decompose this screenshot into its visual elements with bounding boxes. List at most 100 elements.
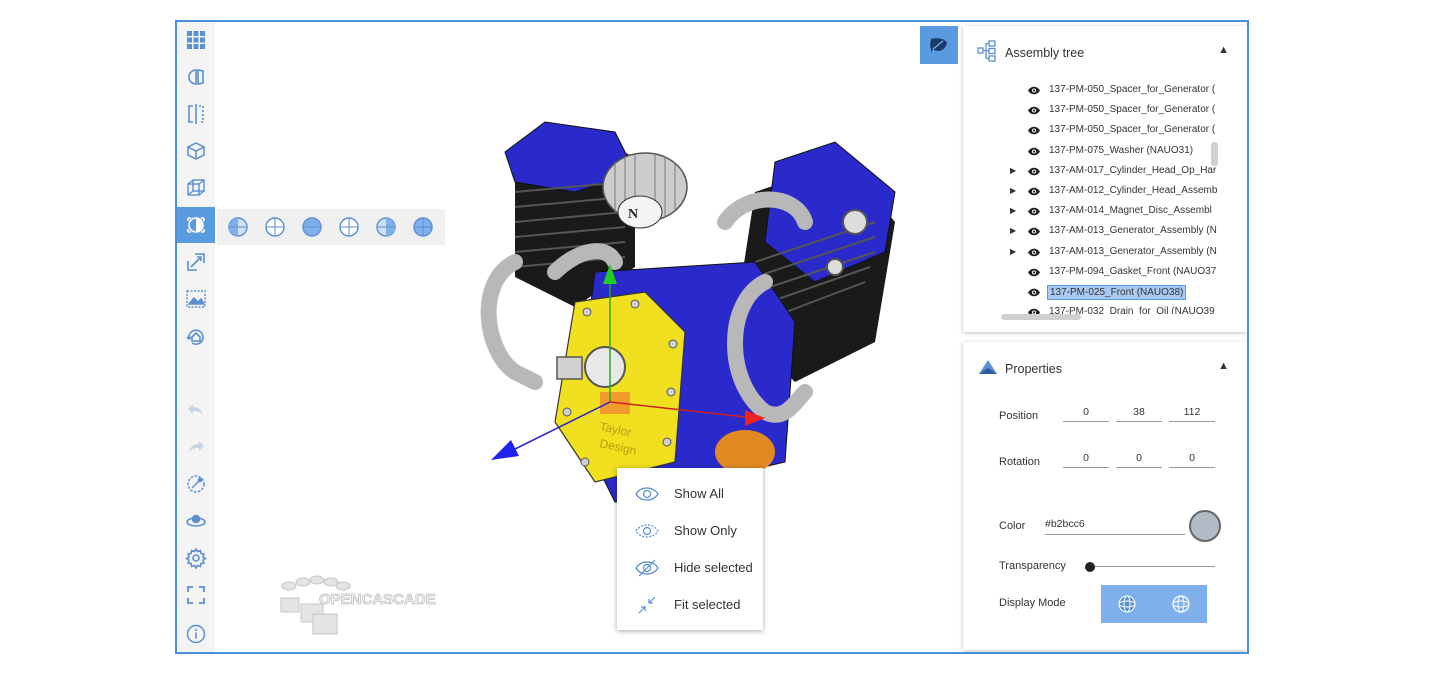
tree-item-label: 137-PM-075_Washer (NAUO31) [1049,144,1194,156]
rotation-x-field[interactable]: 0 [1063,452,1109,468]
tree-item[interactable]: 137-PM-032_Drain_for_Oil (NAUO39 [963,302,1223,315]
tree-item-label: 137-PM-050_Spacer_for_Generator ( [1049,104,1216,116]
eye-icon [635,486,659,501]
measure-icon[interactable] [177,466,215,502]
tree-item[interactable]: 137-PM-050_Spacer_for_Generator ( [963,80,1223,100]
box-wireframe-icon[interactable] [177,170,215,206]
rotation-label: Rotation [999,456,1040,468]
color-label: Color [999,520,1026,532]
visibility-eye-icon[interactable] [1028,187,1040,196]
info-icon[interactable] [177,616,215,652]
section-view-icon[interactable] [177,59,215,95]
left-toolbar [177,22,215,652]
tree-item[interactable]: 137-PM-094_Gasket_Front (NAUO37 [963,262,1223,282]
menu-item-label: Show Only [674,523,737,538]
rotation-y-field[interactable]: 0 [1116,452,1162,468]
orbit-icon[interactable] [177,503,215,539]
expand-arrow-icon[interactable]: ▶ [1010,166,1016,175]
tree-item[interactable]: ▶ 137-AM-012_Cylinder_Head_Assemb [963,181,1223,201]
color-field[interactable]: #b2bcc6 [1045,518,1185,535]
tree-item-label: 137-AM-012_Cylinder_Head_Assemb [1049,185,1218,196]
color-swatch[interactable] [1189,510,1221,542]
split-view-icon[interactable] [177,96,215,132]
eye-off-icon [635,559,659,576]
tree-item-label: 137-AM-013_Generator_Assembly (N [1049,245,1217,257]
visibility-eye-icon[interactable] [1028,126,1040,135]
visibility-eye-icon[interactable] [1028,207,1040,216]
menu-item-show-all[interactable]: Show All [617,475,763,512]
visibility-eye-icon[interactable] [1028,167,1040,176]
home-view-icon[interactable] [177,318,215,354]
assembly-tree-title: Assembly tree [1005,46,1085,60]
leaf-icon [930,38,947,53]
transparency-slider-thumb[interactable] [1085,562,1095,572]
visibility-eye-icon[interactable] [1028,288,1040,297]
view-orientation-icon[interactable] [177,207,215,243]
shaded-mode-icon[interactable] [1117,594,1137,614]
tree-item[interactable]: 137-PM-050_Spacer_for_Generator ( [963,120,1223,140]
box-shaded-icon[interactable] [177,133,215,169]
selected-front-part: Taylor Design [554,291,686,483]
svg-text:OPENCASCADE: OPENCASCADE [319,591,436,608]
tree-item[interactable]: ▶ 137-AM-014_Magnet_Disc_Assembl [963,201,1223,221]
properties-panel: Properties ▲ Position 0 38 112 Rotation … [963,342,1247,650]
tree-item[interactable]: ▶ 137-AM-013_Generator_Assembly (N [963,221,1223,241]
collapse-chevron-icon[interactable]: ▲ [1218,44,1229,56]
tree-item-label: 137-PM-032_Drain_for_Oil (NAUO39 [1049,306,1215,315]
expand-arrow-icon[interactable]: ▶ [1010,247,1016,256]
fullscreen-icon[interactable] [177,577,215,613]
redo-icon[interactable] [177,429,215,465]
transparency-slider[interactable] [1091,566,1215,567]
tree-toggle-button[interactable] [920,26,958,64]
position-x-field[interactable]: 0 [1063,406,1109,422]
tree-item[interactable]: ▶ 137-AM-017_Cylinder_Head_Op_Har [963,161,1223,181]
explode-icon[interactable] [177,244,215,280]
collapse-chevron-icon[interactable]: ▲ [1218,360,1229,372]
settings-icon[interactable] [177,540,215,576]
tree-item[interactable]: ▶ 137-AM-013_Generator_Assembly (N [963,242,1223,262]
tree-item[interactable]: 137-PM-050_Spacer_for_Generator ( [963,100,1223,120]
visibility-eye-icon[interactable] [1028,227,1040,236]
3d-viewport[interactable]: N Taylor Design OPENCASCADE [215,22,960,654]
visibility-eye-icon[interactable] [1028,147,1040,156]
tree-item[interactable]: 137-PM-075_Washer (NAUO31) [963,141,1223,161]
svg-text:N: N [628,207,638,222]
wireframe-mode-icon[interactable] [1171,594,1191,614]
menu-item-hide-selected[interactable]: Hide selected [617,549,763,586]
expand-arrow-icon[interactable]: ▶ [1010,206,1016,215]
visibility-eye-icon[interactable] [1028,86,1040,95]
screenshot-icon[interactable] [177,281,215,317]
fit-arrows-icon [638,596,656,613]
visibility-eye-icon[interactable] [1028,248,1040,257]
tree-item-label: 137-PM-025_Front (NAUO38) [1047,285,1187,300]
app-window: N Taylor Design OPENCASCADE Show All Sho… [175,20,1249,654]
menu-item-label: Show All [674,486,724,501]
vertical-scrollbar[interactable] [1211,142,1218,166]
tree-item-label: 137-AM-014_Magnet_Disc_Assembl [1049,205,1212,217]
display-mode-label: Display Mode [999,597,1066,609]
menu-item-fit-selected[interactable]: Fit selected [617,586,763,623]
tree-item-label: 137-PM-050_Spacer_for_Generator ( [1049,124,1216,136]
horizontal-scrollbar[interactable] [1001,314,1081,320]
tree-item-label: 137-AM-013_Generator_Assembly (N [1049,225,1217,237]
rotation-z-field[interactable]: 0 [1169,452,1215,468]
eye-dashed-icon [635,523,659,538]
display-mode-toggle [1101,585,1207,623]
position-y-field[interactable]: 38 [1116,406,1162,422]
expand-arrow-icon[interactable]: ▶ [1010,186,1016,195]
engine-model[interactable]: N Taylor Design [215,22,960,654]
menu-item-label: Fit selected [674,597,741,612]
undo-icon[interactable] [177,392,215,428]
position-z-field[interactable]: 112 [1169,406,1215,422]
grid-apps-icon[interactable] [177,22,215,58]
menu-item-label: Hide selected [674,560,753,575]
menu-item-show-only[interactable]: Show Only [617,512,763,549]
transparency-label: Transparency [999,560,1066,572]
expand-arrow-icon[interactable]: ▶ [1010,226,1016,235]
visibility-eye-icon[interactable] [1028,106,1040,115]
opencascade-logo: OPENCASCADE [271,574,471,638]
visibility-eye-icon[interactable] [1028,268,1040,277]
tree-item[interactable]: 137-PM-025_Front (NAUO38) [963,282,1223,302]
tree-item-label: 137-PM-050_Spacer_for_Generator ( [1049,84,1216,95]
properties-title: Properties [1005,362,1062,376]
